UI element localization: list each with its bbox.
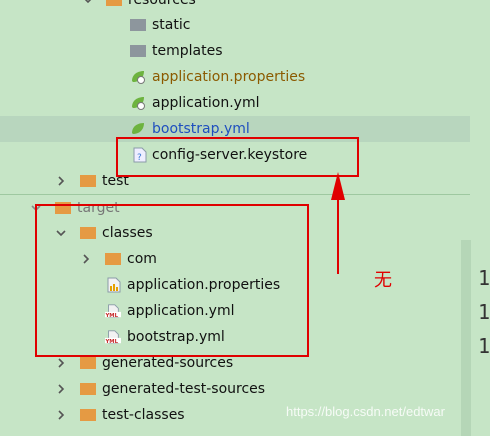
tree-label: test-classes — [102, 407, 185, 423]
folder-icon — [106, 0, 122, 8]
tree-row-templates[interactable]: templates — [0, 38, 470, 64]
tree-label: templates — [152, 43, 223, 59]
folder-icon — [80, 173, 96, 189]
tree-label: application.properties — [152, 69, 306, 85]
folder-icon — [80, 355, 96, 371]
folder-icon — [130, 43, 146, 59]
gutter-digit: 1 — [478, 334, 490, 358]
annotation-text: 无 — [374, 270, 392, 291]
highlight-box-keystore — [116, 137, 359, 177]
folder-icon — [80, 381, 96, 397]
tree-label: static — [152, 17, 191, 33]
chevron-down-icon[interactable] — [82, 0, 94, 6]
tree-label: generated-test-sources — [102, 381, 266, 397]
spring-leaf-icon — [130, 69, 146, 85]
vertical-scrollbar[interactable] — [461, 240, 471, 436]
chevron-right-icon[interactable] — [55, 409, 67, 421]
highlight-box-classes — [35, 204, 309, 357]
tree-label: application.yml — [152, 95, 260, 111]
spring-leaf-icon — [130, 95, 146, 111]
folder-icon — [130, 17, 146, 33]
folder-icon — [80, 407, 96, 423]
tree-row-generated-test-sources[interactable]: generated-test-sources — [0, 376, 470, 402]
chevron-right-icon[interactable] — [55, 175, 67, 187]
tree-row-application-properties[interactable]: application.properties — [0, 64, 470, 90]
chevron-right-icon[interactable] — [55, 357, 67, 369]
spring-leaf-icon — [130, 121, 146, 137]
gutter-digit: 1 — [478, 266, 490, 290]
tree-row-application-yml[interactable]: application.yml — [0, 90, 470, 116]
project-tree-panel: resources static templates application.p… — [0, 0, 490, 436]
tree-row-static[interactable]: static — [0, 12, 470, 38]
gutter-digit: 1 — [478, 300, 490, 324]
watermark-text: https://blog.csdn.net/edtwar — [286, 404, 445, 419]
arrow-up-icon — [331, 172, 345, 274]
chevron-right-icon[interactable] — [55, 383, 67, 395]
